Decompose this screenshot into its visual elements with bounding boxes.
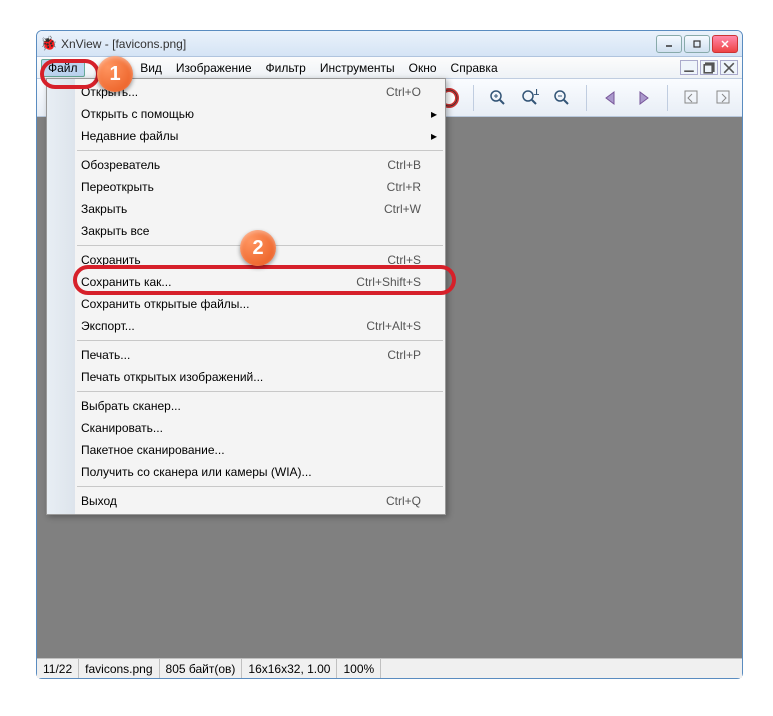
menu-view[interactable]: Вид [133, 59, 169, 77]
menu-item[interactable]: Печать открытых изображений... [47, 366, 445, 388]
last-icon[interactable] [712, 86, 736, 110]
menu-item-label: Печать открытых изображений... [81, 370, 421, 384]
menu-item-label: Сохранить открытые файлы... [81, 297, 421, 311]
toolbar-separator [586, 85, 587, 111]
menu-item[interactable]: Сохранить как...Ctrl+Shift+S [47, 271, 445, 293]
menu-file[interactable]: Файл [41, 59, 85, 77]
zoom-11-icon[interactable]: 1:1 [518, 86, 542, 110]
titlebar: 🐞 XnView - [favicons.png] [37, 31, 742, 57]
menu-item[interactable]: Закрыть все [47, 220, 445, 242]
menu-item[interactable]: Открыть...Ctrl+O [47, 81, 445, 103]
menu-image[interactable]: Изображение [169, 59, 259, 77]
first-icon[interactable] [680, 86, 704, 110]
menu-item[interactable]: Сканировать... [47, 417, 445, 439]
toolbar-separator [473, 85, 474, 111]
menu-item-shortcut: Ctrl+R [387, 180, 421, 194]
next-icon[interactable] [631, 86, 655, 110]
zoom-in-icon[interactable] [486, 86, 510, 110]
menu-item-label: Печать... [81, 348, 387, 362]
menu-help[interactable]: Справка [444, 59, 505, 77]
menu-item-label: Сканировать... [81, 421, 421, 435]
menu-item-label: Сохранить как... [81, 275, 356, 289]
menu-item[interactable]: ПереоткрытьCtrl+R [47, 176, 445, 198]
app-icon: 🐞 [41, 36, 57, 52]
menu-item-shortcut: Ctrl+O [386, 85, 421, 99]
menu-item-label: Выход [81, 494, 386, 508]
menu-separator [77, 340, 443, 341]
menu-item-label: Обозреватель [81, 158, 387, 172]
svg-text:1:1: 1:1 [533, 89, 539, 98]
menu-item-shortcut: Ctrl+Alt+S [366, 319, 421, 333]
status-position: 11/22 [37, 659, 79, 678]
menu-item-shortcut: Ctrl+B [387, 158, 421, 172]
menu-item-shortcut: Ctrl+S [387, 253, 421, 267]
prev-icon[interactable] [599, 86, 623, 110]
menu-separator [77, 245, 443, 246]
menu-separator [77, 486, 443, 487]
status-filename: favicons.png [79, 659, 159, 678]
menu-item[interactable]: ОбозревательCtrl+B [47, 154, 445, 176]
menu-item-label: Выбрать сканер... [81, 399, 421, 413]
status-filesize: 805 байт(ов) [160, 659, 243, 678]
menu-tools[interactable]: Инструменты [313, 59, 402, 77]
menu-item-shortcut: Ctrl+P [387, 348, 421, 362]
status-zoom: 100% [337, 659, 381, 678]
menu-item-label: Закрыть все [81, 224, 421, 238]
menu-item-label: Экспорт... [81, 319, 366, 333]
mdi-minimize-button[interactable] [680, 60, 698, 75]
menu-item-label: Получить со сканера или камеры (WIA)... [81, 465, 421, 479]
menu-item[interactable]: Пакетное сканирование... [47, 439, 445, 461]
menu-item-label: Пакетное сканирование... [81, 443, 421, 457]
menu-item[interactable]: Сохранить открытые файлы... [47, 293, 445, 315]
menu-item[interactable]: ЗакрытьCtrl+W [47, 198, 445, 220]
window-title: XnView - [favicons.png] [61, 37, 656, 51]
maximize-button[interactable] [684, 35, 710, 53]
file-menu-dropdown: Открыть...Ctrl+OОткрыть с помощью▸Недавн… [46, 78, 446, 515]
minimize-button[interactable] [656, 35, 682, 53]
menu-item-shortcut: Ctrl+Q [386, 494, 421, 508]
menu-separator [77, 391, 443, 392]
zoom-out-icon[interactable] [550, 86, 574, 110]
menu-item[interactable]: СохранитьCtrl+S [47, 249, 445, 271]
menu-filter[interactable]: Фильтр [259, 59, 313, 77]
menu-item-shortcut: Ctrl+W [384, 202, 421, 216]
menu-item[interactable]: Выбрать сканер... [47, 395, 445, 417]
menu-item-label: Открыть... [81, 85, 386, 99]
toolbar-separator [667, 85, 668, 111]
statusbar: 11/22 favicons.png 805 байт(ов) 16x16x32… [37, 658, 742, 678]
mdi-restore-button[interactable] [700, 60, 718, 75]
menu-window[interactable]: Окно [402, 59, 444, 77]
menu-item-shortcut: Ctrl+Shift+S [356, 275, 421, 289]
menu-item-label: Недавние файлы [81, 129, 421, 143]
menu-item-label: Открыть с помощью [81, 107, 421, 121]
submenu-arrow-icon: ▸ [431, 129, 437, 143]
menu-item[interactable]: ВыходCtrl+Q [47, 490, 445, 512]
menu-item[interactable]: Получить со сканера или камеры (WIA)... [47, 461, 445, 483]
menu-item[interactable]: Печать...Ctrl+P [47, 344, 445, 366]
submenu-arrow-icon: ▸ [431, 107, 437, 121]
menubar: Файл а Вид Изображение Фильтр Инструмент… [37, 57, 742, 79]
menu-item[interactable]: Недавние файлы ▸ [47, 125, 445, 147]
menu-item[interactable]: Открыть с помощью ▸ [47, 103, 445, 125]
menu-item-label: Закрыть [81, 202, 384, 216]
menu-separator [77, 150, 443, 151]
status-dimensions: 16x16x32, 1.00 [242, 659, 337, 678]
menu-item-label: Переоткрыть [81, 180, 387, 194]
mdi-close-button[interactable] [720, 60, 738, 75]
menu-item[interactable]: Экспорт...Ctrl+Alt+S [47, 315, 445, 337]
menu-edit-cut[interactable]: а [113, 59, 134, 77]
close-button[interactable] [712, 35, 738, 53]
menu-item-label: Сохранить [81, 253, 387, 267]
